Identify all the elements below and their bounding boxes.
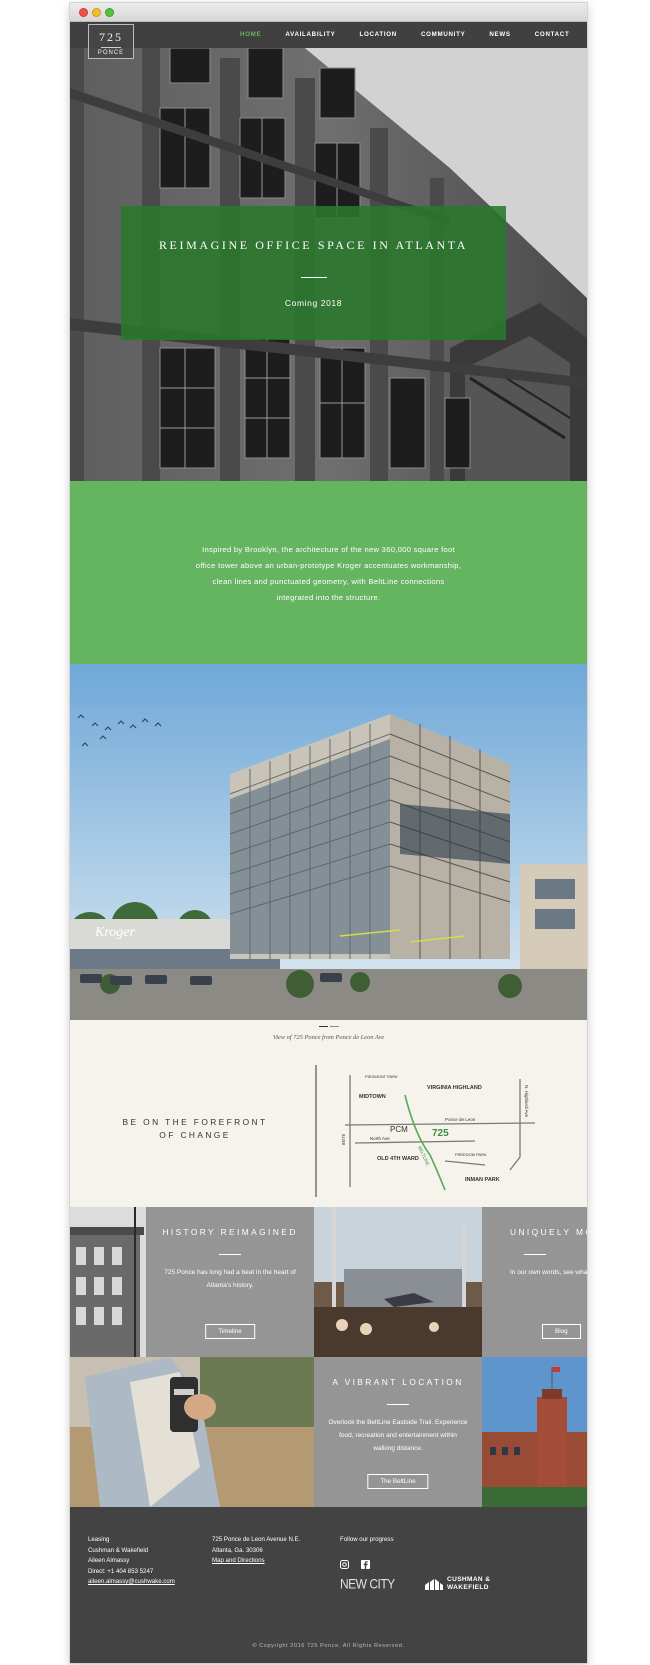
hero-subtitle: Coming 2018 [284,298,343,308]
vibrant-title: A VIBRANT LOCATION [332,1377,464,1387]
uniquely-divider [523,1254,546,1255]
website: 725 PONCE HOME AVAILABILITY LOCATION COM… [70,22,587,1663]
history-title: HISTORY REIMAGINED [162,1227,298,1237]
nav-community[interactable]: COMMUNITY [421,22,465,48]
ponce-city-market-photo [482,1357,587,1507]
site-header: 725 PONCE HOME AVAILABILITY LOCATION COM… [70,22,587,59]
copyright: © Copyright 2016 725 Ponce. All Rights R… [252,1643,405,1649]
main-menu: HOME AVAILABILITY LOCATION COMMUNITY NEW… [240,22,587,48]
vibrant-text: Overlook the BeltLine Eastside Trail. Ex… [328,1419,468,1452]
address-line2: Atlanta, Ga. 30306 [212,1546,263,1554]
feature-tiles: HISTORY REIMAGINED 725 Ponce has long ha… [70,1207,587,1507]
uniquely-title: UNIQUELY MO [510,1227,587,1237]
blog-button[interactable]: Blog [542,1324,581,1339]
intro-section: Inspired by Brooklyn, the architecture o… [70,481,587,664]
rendering-caption-band: View of 725 Ponce from Ponce de Leon Ave [70,1020,587,1054]
map-directions-link[interactable]: Map and Directions [212,1556,300,1567]
map-label-piedmont: PIEDMONT PARK [365,1074,398,1079]
slide-dot[interactable] [329,1026,339,1027]
history-text: 725 Ponce has long had a beat in the hea… [164,1269,296,1289]
intro-text: Inspired by Brooklyn, the architecture o… [195,545,462,602]
instagram-icon[interactable] [340,1556,349,1569]
map-label-interstate: 85/75 [341,1133,346,1145]
footer-follow: Follow our progress [340,1535,394,1546]
map-label-freedom-park: FREEDOM PARK [455,1152,487,1157]
coffee-photo [70,1357,314,1507]
rendering-caption: View of 725 Ponce from Ponce de Leon Ave [272,1034,385,1041]
cw-line1: CUSHMAN & [447,1576,491,1583]
slide-dot-active[interactable] [318,1026,328,1027]
cushman-wakefield-mark-icon [425,1578,443,1590]
new-city-logo[interactable]: NEW CITY [340,1576,395,1592]
nav-contact[interactable]: CONTACT [535,22,570,48]
beltline-photo [314,1207,482,1357]
forefront-section: BE ON THE FOREFRONT OF CHANGE PIEDMONT P… [70,1054,587,1207]
site-footer: Leasing Cushman & Wakefield Aileen Almas… [70,1507,587,1663]
history-tile: HISTORY REIMAGINED 725 Ponce has long ha… [146,1207,314,1357]
facebook-icon[interactable] [361,1556,370,1569]
nav-availability[interactable]: AVAILABILITY [285,22,335,48]
logo-name: PONCE [97,50,125,56]
site-logo[interactable]: 725 PONCE [88,24,134,59]
map-label-midtown: MIDTOWN [359,1094,386,1100]
map-label-pcm: PCM [390,1125,408,1134]
follow-heading: Follow our progress [340,1536,394,1543]
browser-window: 725 PONCE HOME AVAILABILITY LOCATION COM… [70,3,587,1663]
hero-overlay-box: REIMAGINE OFFICE SPACE IN ATLANTA Coming… [121,206,506,340]
address-line1: 725 Ponce de Leon Avenue N.E. [212,1536,301,1543]
leasing-heading: Leasing [88,1536,110,1543]
rendering-image: Kroger [70,664,587,1020]
map-label-virginia-highland: VIRGINIA HIGHLAND [427,1085,482,1091]
map-label-highland-ave: N. Highland Ave [524,1085,529,1118]
map-label-ponce: Ponce de Leon [445,1117,476,1122]
map-label-beltline: BELTLINE [417,1145,430,1166]
location-map: PIEDMONT PARK MIDTOWN VIRGINIA HIGHLAND … [315,1065,536,1197]
social-links [340,1556,370,1569]
forefront-title: BE ON THE FOREFRONT OF CHANGE [122,1117,268,1140]
footer-address: 725 Ponce de Leon Avenue N.E. Atlanta, G… [212,1535,300,1567]
leasing-email-link[interactable]: aileen.almassy@cushwake.com [88,1577,175,1588]
timeline-button[interactable]: Timeline [205,1324,255,1339]
logo-number: 725 [99,30,123,44]
map-label-inman-park: INMAN PARK [465,1177,500,1183]
hero-title: REIMAGINE OFFICE SPACE IN ATLANTA [158,238,469,252]
nav-home[interactable]: HOME [240,22,261,48]
nav-news[interactable]: NEWS [489,22,510,48]
map-label-north-ave: North Ave [370,1136,390,1141]
vibrant-divider [387,1404,409,1405]
hero-divider [300,277,327,278]
hero-section: REIMAGINE OFFICE SPACE IN ATLANTA Coming… [70,48,587,481]
close-window-button[interactable] [79,8,88,17]
map-label-725: 725 [432,1128,449,1139]
beltline-button[interactable]: The BeltLine [367,1474,429,1489]
slideshow-indicator[interactable] [314,1026,344,1029]
leasing-contact: Aileen Almassy [88,1557,130,1564]
history-divider [219,1254,241,1255]
cw-line2: WAKEFIELD [447,1583,489,1591]
maximize-window-button[interactable] [105,8,114,17]
minimize-window-button[interactable] [92,8,101,17]
vibrant-tile: A VIBRANT LOCATION Overlook the BeltLine… [314,1357,482,1507]
map-label-old-fourth-ward: OLD 4TH WARD [377,1156,419,1162]
uniquely-text: In our own words, see wha [510,1269,587,1276]
footer-leasing: Leasing Cushman & Wakefield Aileen Almas… [88,1535,175,1588]
uniquely-tile: UNIQUELY MO In our own words, see wha Bl… [482,1207,587,1357]
history-photo [70,1207,146,1357]
leasing-phone[interactable]: Direct: +1 404 853 5247 [88,1567,175,1578]
kroger-sign: Kroger [94,925,135,940]
building-rendering: Kroger [70,664,587,1020]
cushman-wakefield-logo[interactable]: CUSHMAN & WAKEFIELD [425,1576,490,1591]
window-titlebar [70,3,587,22]
nav-location[interactable]: LOCATION [359,22,396,48]
logo-divider [101,47,121,48]
leasing-company: Cushman & Wakefield [88,1546,149,1554]
